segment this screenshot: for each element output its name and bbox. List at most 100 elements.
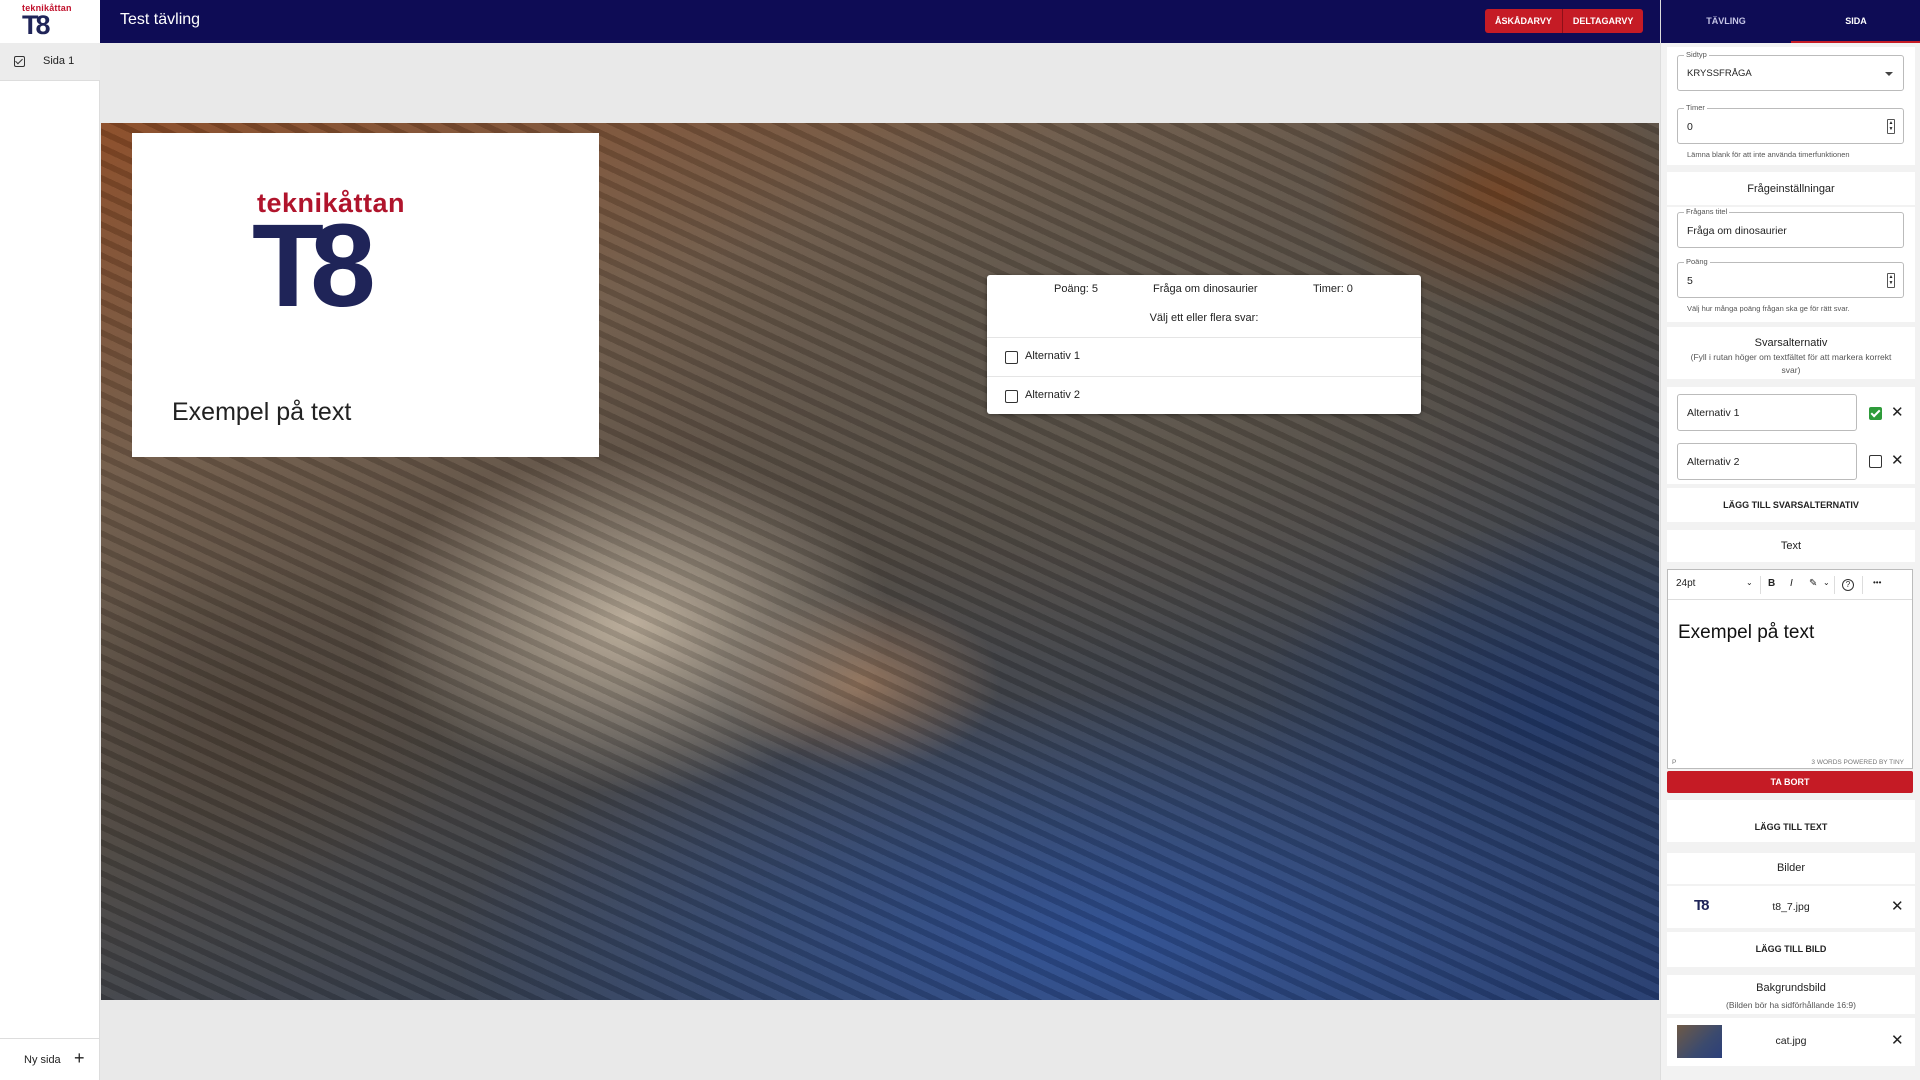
close-icon[interactable]: ✕ (1891, 453, 1904, 468)
text-editor: 24pt ⌄ B I ✎ ⌄ ? ••• Exempel på text P 3… (1667, 569, 1913, 769)
sidebar-item-page-1[interactable]: Sida 1 (0, 43, 100, 81)
slide-canvas[interactable]: teknikåttan T8 Exempel på text Poäng: 5 … (101, 123, 1659, 1000)
question-instruction: Välj ett eller flera svar: (1149, 312, 1259, 324)
italic-button[interactable]: I (1790, 578, 1793, 589)
text-card[interactable]: teknikåttan T8 Exempel på text (132, 133, 599, 457)
image-item[interactable]: T8 t8_7.jpg ✕ (1667, 886, 1915, 928)
question-settings-header: Frågeinställningar (1667, 172, 1915, 205)
answer-input-value: Alternativ 2 (1687, 456, 1740, 468)
question-timer: Timer: 0 (1313, 283, 1353, 295)
plus-icon[interactable]: + (74, 1049, 85, 1067)
page-list-sidebar: Sida 1 Ny sida + (0, 43, 100, 1080)
font-size-select[interactable]: 24pt (1676, 578, 1695, 589)
answer-label: Alternativ 1 (1025, 350, 1081, 362)
editor-toolbar: 24pt ⌄ B I ✎ ⌄ ? ••• (1668, 570, 1912, 600)
top-bar: teknikåttan T8 Test tävling ÅSKÅDARVY DE… (0, 0, 1660, 43)
points-label: Poäng (1684, 257, 1710, 266)
answers-header: Svarsalternativ (Fyll i rutan höger om t… (1667, 327, 1915, 379)
question-settings-title: Frågeinställningar (1747, 183, 1835, 195)
chevron-down-icon (1885, 72, 1893, 76)
editor-status-bar: P 3 WORDS POWERED BY TINY (1668, 759, 1912, 768)
points-field[interactable]: Poäng 5 ▲ ▼ (1677, 257, 1904, 298)
images-header: Bilder (1667, 853, 1915, 884)
answer-option[interactable]: Alternativ 2 (987, 376, 1421, 414)
page-checkbox-icon[interactable] (14, 56, 25, 67)
text-header: Text (1667, 530, 1915, 562)
page-type-value: KRYSSFRÅGA (1687, 68, 1752, 79)
chevron-down-icon[interactable]: ⌄ (1823, 578, 1830, 587)
participant-view-button[interactable]: DELTAGARVY (1561, 9, 1644, 33)
correct-answer-checkbox[interactable] (1869, 455, 1882, 468)
points-helper: Välj hur många poäng frågan ska ge för r… (1687, 304, 1850, 313)
delete-text-button[interactable]: TA BORT (1667, 771, 1913, 793)
tab-page[interactable]: SIDA (1791, 0, 1920, 43)
page-type-section: Sidtyp KRYSSFRÅGA Timer 0 ▲ ▼ Lämna blank… (1667, 47, 1915, 165)
card-logo-mark: T8 (252, 200, 376, 332)
timer-field[interactable]: Timer 0 ▲ ▼ (1677, 103, 1904, 144)
background-title: Bakgrundsbild (1756, 982, 1826, 994)
view-button-group: ÅSKÅDARVY DELTAGARVY (1485, 9, 1644, 33)
question-title: Fråga om dinosaurier (1153, 283, 1258, 295)
highlight-icon[interactable]: ✎ (1809, 578, 1817, 589)
page-type-select[interactable]: Sidtyp KRYSSFRÅGA (1677, 50, 1904, 91)
timer-label: Timer (1684, 103, 1707, 112)
question-title-value: Fråga om dinosaurier (1687, 225, 1787, 237)
tab-competition[interactable]: TÄVLING (1661, 0, 1791, 43)
page-type-label: Sidtyp (1684, 50, 1709, 59)
close-icon[interactable]: ✕ (1891, 405, 1904, 420)
toolbar-divider (1760, 576, 1761, 594)
add-text-row: LÄGG TILL TEXT (1667, 800, 1915, 842)
add-answer-row: LÄGG TILL SVARSALTERNATIV (1667, 488, 1915, 522)
background-subtitle: (Bilden bör ha sidförhållande 16:9) (1726, 1000, 1856, 1010)
image-file-name: t8_7.jpg (1772, 901, 1810, 913)
timer-helper: Lämna blank för att inte använda timerfu… (1687, 150, 1850, 159)
answers-list: Alternativ 1 ✕ Alternativ 2 ✕ (1667, 387, 1915, 484)
answer-input[interactable]: Alternativ 1 (1677, 394, 1857, 431)
question-settings-section: Frågans titel Fråga om dinosaurier Poäng… (1667, 207, 1915, 322)
more-icon[interactable]: ••• (1873, 578, 1881, 587)
close-icon[interactable]: ✕ (1891, 1033, 1904, 1048)
background-header: Bakgrundsbild (Bilden bör ha sidförhålla… (1667, 975, 1915, 1014)
answers-title: Svarsalternativ (1754, 337, 1828, 349)
question-card[interactable]: Poäng: 5 Fråga om dinosaurier Timer: 0 V… (987, 275, 1421, 414)
close-icon[interactable]: ✕ (1891, 899, 1904, 914)
answer-label: Alternativ 2 (1025, 389, 1081, 401)
question-title-field[interactable]: Frågans titel Fråga om dinosaurier (1677, 207, 1904, 248)
competition-title: Test tävling (120, 11, 201, 28)
settings-panel: TÄVLING SIDA Sidtyp KRYSSFRÅGA Timer 0 ▲… (1660, 0, 1920, 1080)
text-section-title: Text (1780, 540, 1802, 552)
question-title-label: Frågans titel (1684, 207, 1730, 216)
app-logo[interactable]: teknikåttan T8 (0, 0, 100, 43)
card-text[interactable]: Exempel på text (172, 398, 351, 427)
add-image-button[interactable]: LÄGG TILL BILD (1667, 944, 1915, 954)
stepper-icon[interactable]: ▲ ▼ (1887, 119, 1895, 134)
answer-option[interactable]: Alternativ 1 (987, 337, 1421, 375)
editor-content[interactable]: Exempel på text (1678, 622, 1814, 644)
help-icon[interactable]: ? (1842, 579, 1854, 591)
chevron-down-icon[interactable]: ⌄ (1746, 578, 1753, 587)
toolbar-divider (1862, 576, 1863, 594)
new-page-label: Ny sida (24, 1054, 61, 1066)
timer-value: 0 (1687, 121, 1693, 133)
correct-answer-checkbox[interactable] (1869, 407, 1882, 420)
stepper-icon[interactable]: ▲ ▼ (1887, 273, 1895, 288)
answer-input-value: Alternativ 1 (1687, 407, 1740, 419)
answer-checkbox[interactable] (1005, 351, 1018, 364)
add-image-row: LÄGG TILL BILD (1667, 932, 1915, 967)
spectator-view-button[interactable]: ÅSKÅDARVY (1485, 9, 1562, 33)
editor-word-count: 3 WORDS POWERED BY TINY (1811, 759, 1904, 766)
answer-checkbox[interactable] (1005, 390, 1018, 403)
answers-subtitle: (Fyll i rutan höger om textfältet för at… (1690, 352, 1892, 375)
bold-button[interactable]: B (1768, 578, 1775, 589)
logo-mark: T8 (22, 10, 50, 40)
panel-tabs: TÄVLING SIDA (1661, 0, 1920, 43)
background-item[interactable]: cat.jpg ✕ (1667, 1018, 1915, 1066)
add-answer-button[interactable]: LÄGG TILL SVARSALTERNATIV (1667, 500, 1915, 510)
toolbar-divider (1834, 576, 1835, 594)
answer-input[interactable]: Alternativ 2 (1677, 443, 1857, 480)
background-file-name: cat.jpg (1775, 1035, 1807, 1047)
editor-path: P (1672, 759, 1677, 766)
add-text-button[interactable]: LÄGG TILL TEXT (1667, 822, 1915, 832)
new-page-button[interactable]: Ny sida + (0, 1038, 100, 1080)
images-title: Bilder (1776, 862, 1806, 874)
